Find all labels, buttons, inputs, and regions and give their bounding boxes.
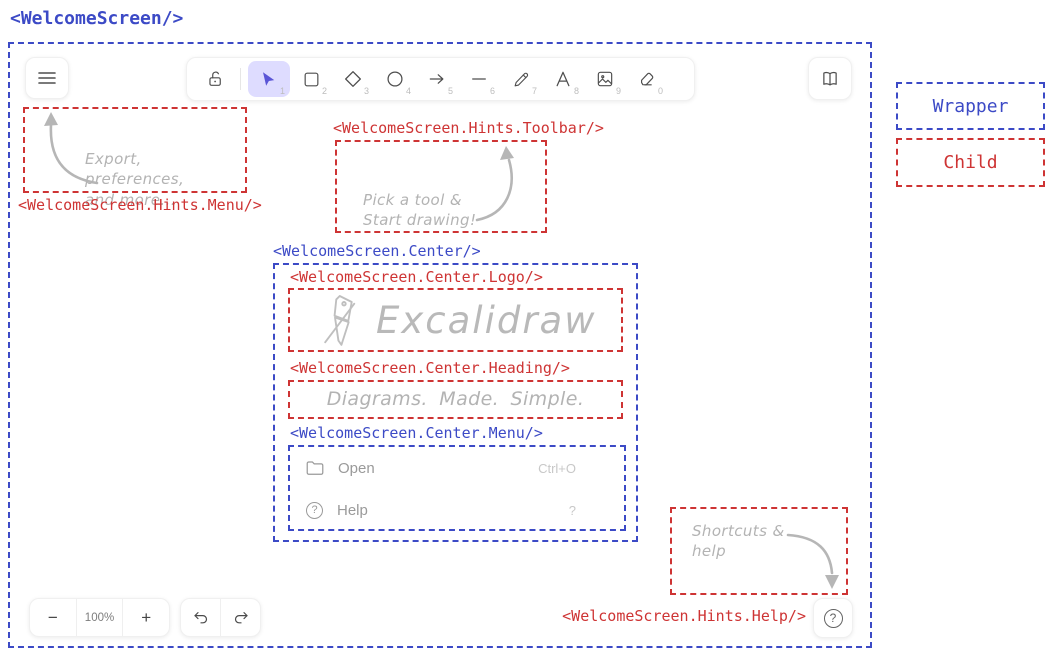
tool-text[interactable]: 8 [542,61,584,97]
hint-help-box: Shortcuts & help [670,507,848,595]
zoom-controls: − 100% + [29,598,170,637]
hamburger-menu-icon [38,71,56,85]
hint-toolbar-label: <WelcomeScreen.Hints.Toolbar/> [333,119,604,137]
tool-selection[interactable]: 1 [248,61,290,97]
redo-icon [232,609,250,626]
image-icon [595,69,615,89]
lock-open-icon [206,69,225,89]
legend-wrapper-label: Wrapper [933,96,1009,117]
center-menu-label: <WelcomeScreen.Center.Menu/> [290,424,543,442]
zoom-level-value: 100% [85,612,114,624]
excalidraw-logo-text: Excalidraw [376,299,596,342]
redo-button[interactable] [220,599,260,636]
center-heading-label: <WelcomeScreen.Center.Heading/> [290,359,570,377]
toolbar: 1 2 3 4 5 [186,57,695,101]
welcome-screen-annotation-page: <WelcomeScreen/> 1 [0,0,1053,661]
tool-diamond[interactable]: 3 [332,61,374,97]
tool-arrow[interactable]: 5 [416,61,458,97]
center-logo-box: Excalidraw [288,288,623,352]
legend-child-label: Child [943,152,997,173]
tool-draw[interactable]: 7 [500,61,542,97]
center-logo-label: <WelcomeScreen.Center.Logo/> [290,268,543,286]
toolbar-divider [240,68,241,90]
help-button[interactable]: ? [813,598,853,638]
hint-menu-box: Export, preferences, and more... [23,107,247,193]
center-menu-box: Open Ctrl+O ? Help ? [288,445,626,531]
ellipse-icon [385,69,405,89]
menu-item-label: Open [338,460,375,477]
hint-help-label: <WelcomeScreen.Hints.Help/> [550,607,806,625]
text-icon [553,69,573,89]
library-button[interactable] [808,57,852,100]
diamond-icon [343,69,363,89]
tool-image[interactable]: 9 [584,61,626,97]
tool-line[interactable]: 6 [458,61,500,97]
line-icon [469,69,489,89]
root-component-label: <WelcomeScreen/> [10,8,183,29]
hint-toolbar-text: Pick a tool & Start drawing! [363,190,476,231]
legend-child-box: Child [896,138,1045,187]
question-icon: ? [824,609,843,628]
plus-icon: + [141,608,151,628]
center-menu-item-open[interactable]: Open Ctrl+O [292,455,622,481]
zoom-in-button[interactable]: + [122,599,169,636]
zoom-out-button[interactable]: − [30,599,76,636]
tool-eraser[interactable]: 0 [626,61,668,97]
eraser-icon [637,69,657,89]
hint-help-text: Shortcuts & help [692,521,785,562]
undo-button[interactable] [181,599,220,636]
hint-menu-label: <WelcomeScreen.Hints.Menu/> [18,196,262,214]
zoom-level-button[interactable]: 100% [76,599,123,636]
center-heading-box: Diagrams. Made. Simple. [288,380,623,419]
undo-icon [192,609,210,626]
history-controls [180,598,261,637]
tool-rectangle[interactable]: 2 [290,61,332,97]
tool-ellipse[interactable]: 4 [374,61,416,97]
rectangle-icon [302,70,321,89]
menu-item-label: Help [337,502,368,519]
tool-lock[interactable] [197,61,233,97]
book-icon [820,70,840,88]
arrow-icon [427,69,447,89]
menu-item-shortcut: Ctrl+O [538,461,576,476]
excalidraw-logo-icon [314,291,362,349]
pencil-icon [512,70,531,89]
legend-wrapper-box: Wrapper [896,82,1045,130]
center-menu-item-help[interactable]: ? Help ? [292,497,622,523]
selection-cursor-icon [260,70,278,88]
hint-toolbar-box: Pick a tool & Start drawing! [335,140,547,233]
help-circle-icon: ? [306,502,323,519]
center-heading-text: Diagrams. Made. Simple. [327,387,585,413]
hamburger-menu-button[interactable] [25,57,69,99]
center-label: <WelcomeScreen.Center/> [273,242,481,260]
menu-item-shortcut: ? [569,503,576,518]
folder-icon [306,460,324,476]
minus-icon: − [48,608,58,628]
